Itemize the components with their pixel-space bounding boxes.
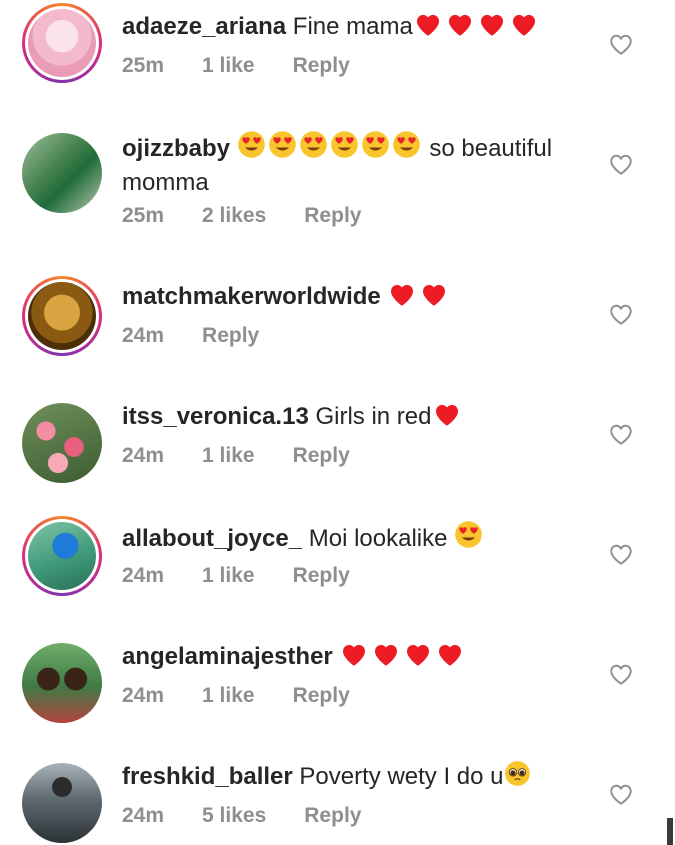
red-heart-icon: [339, 640, 369, 675]
reply-button[interactable]: Reply: [304, 804, 361, 828]
comment-username[interactable]: adaeze_ariana: [122, 13, 286, 40]
comment-timestamp: 24m: [122, 684, 165, 707]
like-heart-icon[interactable]: [608, 422, 634, 446]
like-heart-icon[interactable]: [608, 302, 634, 326]
red-heart-icon: [435, 640, 465, 675]
red-heart-icon: [432, 400, 462, 435]
heart-eyes-icon: [268, 130, 297, 167]
comment-username[interactable]: itss_veronica.13: [122, 403, 309, 430]
reply-button[interactable]: Reply: [202, 324, 259, 348]
avatar[interactable]: [22, 403, 102, 483]
comment-timestamp: 24m: [122, 564, 165, 587]
avatar[interactable]: [22, 516, 102, 596]
heart-eyes-icon: [299, 130, 328, 167]
comment-username[interactable]: angelaminajesther: [122, 643, 333, 670]
heart-eyes-icon: [330, 130, 359, 167]
scrollbar[interactable]: [667, 818, 673, 845]
reply-button[interactable]: Reply: [293, 444, 350, 468]
reply-button[interactable]: Reply: [293, 684, 350, 708]
comment-text: Fine mama: [292, 13, 413, 40]
like-heart-icon[interactable]: [608, 542, 634, 566]
comment-likes[interactable]: 1 like: [202, 54, 255, 78]
red-heart-icon: [403, 640, 433, 675]
red-heart-icon: [477, 10, 507, 45]
red-heart-icon: [413, 10, 443, 45]
red-heart-icon: [419, 280, 449, 315]
comment-likes[interactable]: 5 likes: [202, 804, 266, 828]
comment-likes[interactable]: 2 likes: [202, 204, 266, 228]
reply-button[interactable]: Reply: [293, 54, 350, 78]
avatar[interactable]: [22, 763, 102, 843]
heart-eyes-icon: [237, 130, 266, 167]
comment-likes[interactable]: 1 like: [202, 564, 255, 588]
comment-username[interactable]: ojizzbaby: [122, 135, 230, 162]
pleading-face-icon: [504, 760, 531, 795]
comment-username[interactable]: freshkid_baller: [122, 763, 293, 790]
comment-timestamp: 25m: [122, 204, 165, 227]
comment-timestamp: 25m: [122, 54, 165, 77]
comment-likes[interactable]: 1 like: [202, 444, 255, 468]
avatar[interactable]: [22, 276, 102, 356]
comment-username[interactable]: matchmakerworldwide: [122, 283, 381, 310]
comment-username[interactable]: allabout_joyce_: [122, 525, 302, 552]
heart-eyes-icon: [454, 520, 483, 557]
comment-timestamp: 24m: [122, 324, 165, 347]
comment-likes[interactable]: 1 like: [202, 684, 255, 708]
comment-text: Girls in red: [315, 403, 432, 430]
reply-button[interactable]: Reply: [304, 204, 361, 228]
like-heart-icon[interactable]: [608, 152, 634, 176]
red-heart-icon: [371, 640, 401, 675]
reply-button[interactable]: Reply: [293, 564, 350, 588]
red-heart-icon: [445, 10, 475, 45]
comment-text: Poverty wety I do u: [299, 763, 504, 790]
avatar[interactable]: [22, 643, 102, 723]
comment-timestamp: 24m: [122, 444, 165, 467]
heart-eyes-icon: [392, 130, 421, 167]
like-heart-icon[interactable]: [608, 662, 634, 686]
like-heart-icon[interactable]: [608, 32, 634, 56]
red-heart-icon: [387, 280, 417, 315]
like-heart-icon[interactable]: [608, 782, 634, 806]
red-heart-icon: [509, 10, 539, 45]
comment-text: Moi lookalike: [308, 525, 448, 552]
heart-eyes-icon: [361, 130, 390, 167]
comment-timestamp: 24m: [122, 804, 165, 827]
avatar[interactable]: [22, 3, 102, 83]
avatar[interactable]: [22, 133, 102, 213]
